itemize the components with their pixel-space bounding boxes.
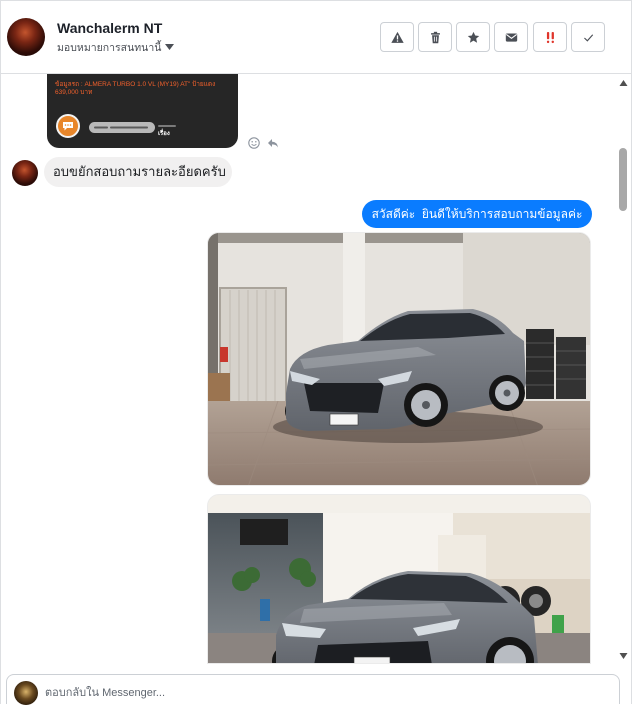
trash-icon: [430, 31, 440, 43]
scroll-up-arrow-icon[interactable]: [619, 79, 628, 87]
thread-scrollbar[interactable]: [616, 74, 631, 664]
report-button[interactable]: [380, 22, 414, 52]
listing-price-text: 639,000 บาท: [55, 89, 93, 96]
warning-icon: [390, 31, 404, 43]
reply-button[interactable]: [267, 137, 279, 149]
chat-bubble-icon: [56, 114, 80, 138]
car-photo-1-image: [208, 233, 590, 485]
scrollbar-thumb[interactable]: [619, 148, 627, 211]
front-hub: [422, 401, 430, 409]
listing-details-text: ข้อมูลรถ : ALMERA TURBO 1.0 VL (MY19) AT…: [55, 81, 216, 88]
envelope-icon: [505, 32, 517, 42]
message-thread[interactable]: ข้อมูลรถ : ALMERA TURBO 1.0 VL (MY19) AT…: [1, 74, 615, 664]
sender-avatar[interactable]: [12, 160, 38, 186]
star-button[interactable]: [456, 22, 490, 52]
car-photo-1[interactable]: [207, 232, 591, 486]
contact-name[interactable]: Wanchalerm NT: [57, 20, 162, 37]
green-chair: [552, 615, 564, 633]
ceiling: [208, 495, 590, 513]
check-icon: [583, 33, 593, 42]
car-photo-2-image: [208, 495, 590, 663]
reply-composer[interactable]: [6, 674, 620, 705]
page-avatar: [14, 681, 38, 705]
rear-hub: [503, 389, 511, 397]
spam-button[interactable]: [533, 22, 567, 52]
card-meta-line: [158, 125, 176, 127]
person: [260, 599, 270, 621]
smiley-icon: [248, 137, 260, 149]
spam-icon: [546, 31, 554, 43]
outgoing-message: สวัสดีค่ะ ยินดีให้บริการสอบถามข้อมูลค่ะ: [362, 200, 592, 228]
red-sign: [220, 347, 228, 362]
tire-stack: [526, 329, 586, 399]
quick-reply-pill-lines: [94, 126, 148, 129]
scroll-down-arrow-icon[interactable]: [619, 652, 628, 660]
tv-screen: [240, 519, 288, 545]
car-grille: [304, 383, 384, 413]
license-plate: [353, 656, 391, 663]
shared-listing-card[interactable]: ข้อมูลรถ : ALMERA TURBO 1.0 VL (MY19) AT…: [47, 74, 238, 148]
reply-input[interactable]: [45, 683, 605, 703]
conversation-header: Wanchalerm NT มอบหมายการสนทนานี้: [0, 0, 632, 74]
quick-reply-pill[interactable]: [89, 122, 155, 133]
delete-button[interactable]: [418, 22, 452, 52]
mark-done-button[interactable]: [571, 22, 605, 52]
incoming-message: อบขยักสอบถามรายละอียดครับ: [44, 157, 232, 187]
react-button[interactable]: [248, 137, 260, 149]
mark-unread-button[interactable]: [494, 22, 528, 52]
chevron-down-icon: [165, 44, 175, 50]
license-plate: [329, 413, 359, 426]
car-photo-2[interactable]: [207, 494, 591, 664]
contact-avatar[interactable]: [7, 18, 45, 56]
star-icon: [467, 31, 479, 43]
chat-bubble-glyph: [63, 122, 73, 131]
assign-conversation-dropdown[interactable]: มอบหมายการสนทนานี้: [57, 40, 175, 54]
reply-icon: [268, 139, 278, 148]
topic-label: เรื่อง: [158, 131, 170, 137]
assign-label: มอบหมายการสนทนานี้: [57, 41, 162, 54]
